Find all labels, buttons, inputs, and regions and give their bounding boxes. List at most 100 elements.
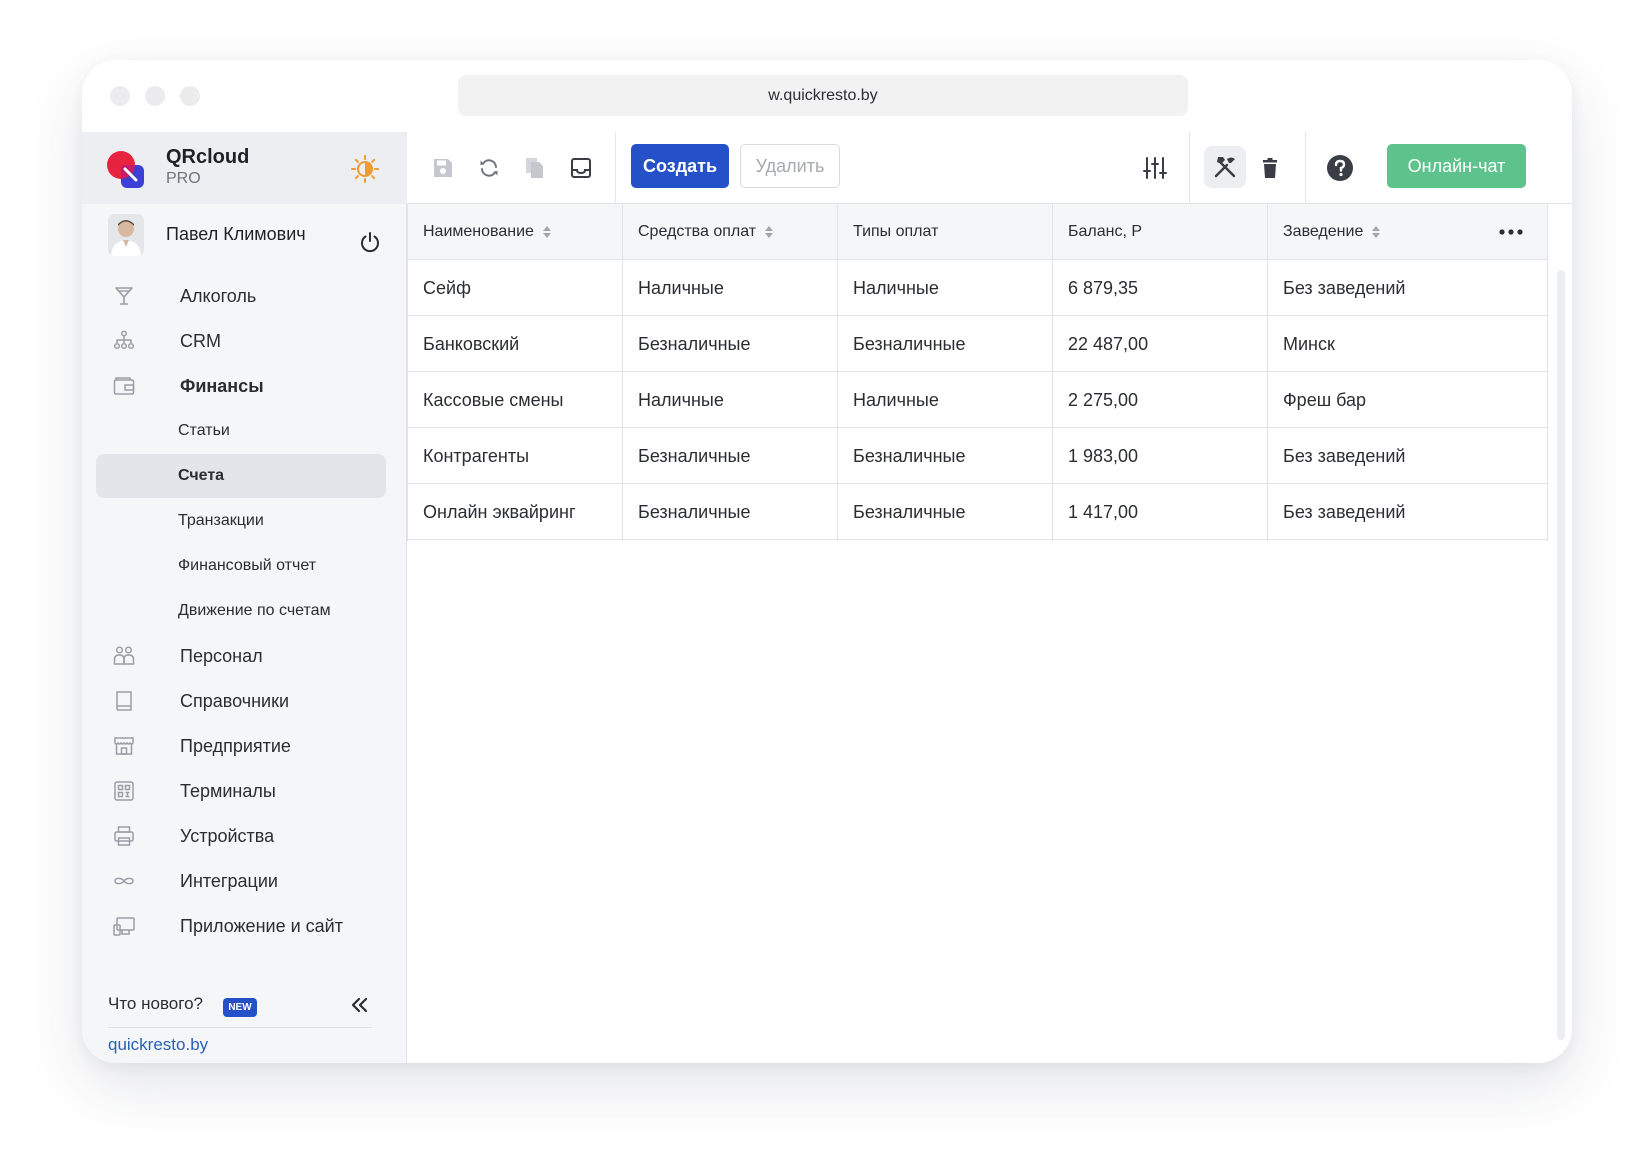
cell-venue: Фреш бар [1283, 389, 1367, 410]
archive-button[interactable] [565, 152, 597, 184]
table-row[interactable]: Онлайн эквайринг Безналичные Безналичные 1 … [407, 484, 1548, 540]
whats-new-link[interactable]: Что нового? [108, 994, 203, 1014]
browser-window: w.quickresto.by QRcloud PRO Павел Климов… [82, 60, 1572, 1063]
tools-icon [1214, 157, 1236, 178]
sidebar-item-terminals[interactable]: Терминалы [96, 769, 386, 813]
window-close-dot[interactable] [110, 86, 130, 106]
sidebar-item-alcohol[interactable]: Алкоголь [96, 274, 386, 318]
table-row[interactable]: Кассовые смены Наличные Наличные 2 275,00 Фр… [407, 372, 1548, 428]
delete-button[interactable]: Удалить [740, 144, 840, 188]
cell-balance: 1 983,00 [1068, 445, 1139, 466]
sidebar-item-app-and-site[interactable]: Приложение и сайт [96, 904, 386, 948]
cell-name: Сейф [423, 277, 471, 298]
toolbar: Создать Удалить Онлайн-чат [407, 132, 1572, 204]
sidebar-item-crm[interactable]: CRM [96, 319, 386, 363]
cell-venue: Без заведений [1283, 277, 1406, 298]
cell-payment-types: Наличные [853, 389, 939, 410]
sidebar-subitem-account-movement[interactable]: Движение по счетам [96, 589, 386, 633]
sidebar-subitem-label: Движение по счетам [178, 602, 331, 619]
sidebar-subitem-transactions[interactable]: Транзакции [96, 499, 386, 543]
sidebar-item-label: Терминалы [180, 781, 276, 801]
column-header-label: Средства оплат [638, 223, 757, 240]
user-name: Павел Климович [166, 224, 306, 244]
trash-button[interactable] [1254, 152, 1286, 184]
sidebar-subitem-label: Статьи [178, 422, 230, 439]
column-settings-button[interactable] [1139, 152, 1171, 184]
site-link[interactable]: quickresto.by [108, 1035, 208, 1055]
column-header-name[interactable]: Наименование [407, 204, 622, 260]
copy-icon [526, 158, 543, 178]
cell-payment-types: Безналичные [853, 445, 966, 466]
window-minimize-dot[interactable] [145, 86, 165, 106]
brand-tier: PRO [166, 170, 201, 187]
column-header-balance[interactable]: Баланс, Р [1052, 204, 1267, 260]
qrcloud-logo-icon [107, 151, 144, 188]
trash-icon [1263, 158, 1277, 178]
toolbar-separator [1305, 132, 1306, 204]
book-icon [116, 691, 132, 711]
column-header-label: Заведение [1283, 223, 1364, 240]
online-chat-button[interactable]: Онлайн-чат [1387, 144, 1526, 188]
sidebar-item-finance[interactable]: Финансы [96, 364, 386, 408]
refresh-button[interactable] [473, 152, 505, 184]
vertical-scrollbar[interactable] [1557, 270, 1565, 1040]
sort-icon[interactable] [764, 225, 774, 239]
collapse-sidebar-icon[interactable] [348, 994, 370, 1016]
theme-toggle-icon[interactable] [350, 154, 380, 184]
inbox-icon [571, 158, 591, 178]
sidebar-subitem-label: Финансовый отчет [178, 557, 317, 574]
sort-icon[interactable] [542, 225, 552, 239]
sidebar-item-label: Алкоголь [180, 286, 257, 306]
glass-icon [115, 287, 133, 305]
cell-balance: 22 487,00 [1068, 333, 1149, 354]
sidebar-subitem-financial-report[interactable]: Финансовый отчет [96, 544, 386, 588]
table-more-button[interactable] [1497, 220, 1525, 244]
sidebar-subitem-accounts[interactable]: Счета [96, 454, 386, 498]
copy-button[interactable] [519, 152, 551, 184]
sidebar-subitem-label: Счета [178, 467, 225, 484]
save-icon [434, 159, 452, 177]
column-divider [622, 204, 623, 541]
power-icon[interactable] [358, 230, 382, 254]
cell-payment-means: Наличные [638, 389, 724, 410]
sidebar-item-integrations[interactable]: Интеграции [96, 859, 386, 903]
cell-name: Онлайн эквайринг [423, 501, 576, 522]
sliders-icon [1143, 157, 1167, 179]
cell-payment-means: Безналичные [638, 501, 751, 522]
cell-payment-means: Безналичные [638, 333, 751, 354]
devices-icon [113, 917, 135, 936]
table-row[interactable]: Банковский Безналичные Безналичные 22 487,0… [407, 316, 1548, 372]
tools-button[interactable] [1204, 146, 1246, 188]
save-button[interactable] [427, 152, 459, 184]
qr-icon [114, 781, 134, 801]
table-row[interactable]: Контрагенты Безналичные Безналичные 1 983,0… [407, 428, 1548, 484]
column-header-venue[interactable]: Заведение [1267, 204, 1482, 260]
column-header-payment-types[interactable]: Типы оплат [837, 204, 1052, 260]
address-bar[interactable]: w.quickresto.by [458, 75, 1188, 116]
cell-payment-types: Безналичные [853, 333, 966, 354]
sidebar-subitem-label: Транзакции [178, 512, 264, 529]
sidebar-item-enterprise[interactable]: Предприятие [96, 724, 386, 768]
column-divider [1052, 204, 1053, 541]
brand-name: QRcloud [166, 146, 250, 168]
column-header-label: Наименование [423, 223, 534, 240]
sidebar-item-directories[interactable]: Справочники [96, 679, 386, 723]
column-divider [837, 204, 838, 541]
sidebar-divider [108, 1027, 372, 1028]
cell-payment-means: Безналичные [638, 445, 751, 466]
sidebar-item-label: CRM [180, 331, 221, 351]
sort-icon[interactable] [1371, 225, 1381, 239]
sidebar-item-devices[interactable]: Устройства [96, 814, 386, 858]
column-header-payment-means[interactable]: Средства оплат [622, 204, 837, 260]
window-maximize-dot[interactable] [180, 86, 200, 106]
toolbar-separator [1189, 132, 1190, 204]
create-button[interactable]: Создать [631, 144, 729, 188]
cell-name: Контрагенты [423, 445, 530, 466]
browser-titlebar: w.quickresto.by [82, 60, 1572, 132]
sidebar-item-label: Персонал [180, 646, 263, 666]
sidebar-item-staff[interactable]: Персонал [96, 634, 386, 678]
table-row[interactable]: Сейф Наличные Наличные 6 879,35 Без заведени… [407, 260, 1548, 316]
sidebar-subitem-articles[interactable]: Статьи [96, 409, 386, 453]
help-button[interactable] [1324, 152, 1356, 184]
avatar[interactable] [108, 214, 144, 256]
